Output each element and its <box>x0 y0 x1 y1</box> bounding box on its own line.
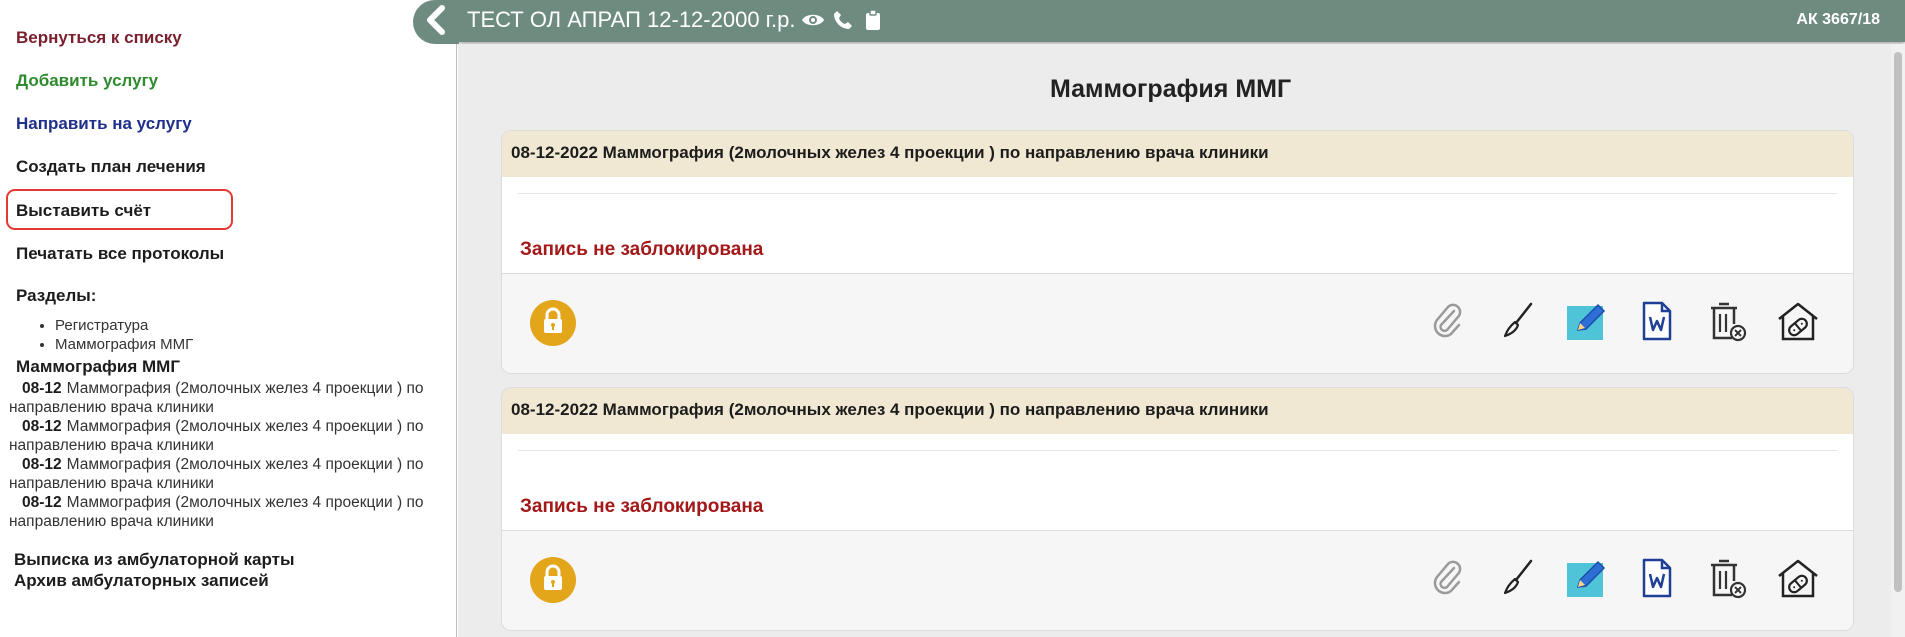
lock-status-text: Запись не заблокирована <box>520 239 764 260</box>
list-item[interactable]: 08-12 Маммография (2молочных желез 4 прое… <box>9 493 449 531</box>
create-treatment-plan-link[interactable]: Создать план лечения <box>16 157 206 177</box>
record-header: 08-12-2022 Маммография (2молочных желез … <box>502 388 1853 434</box>
list-item[interactable]: 08-12 Маммография (2молочных желез 4 прое… <box>9 379 449 417</box>
medical-house-icon <box>1776 557 1820 604</box>
sections-heading: Разделы: <box>16 286 97 305</box>
scrollbar[interactable] <box>1891 44 1905 637</box>
delete-button[interactable] <box>1705 557 1751 603</box>
paperclip-icon <box>1430 302 1464 345</box>
outpatient-extract-link[interactable]: Выписка из амбулаторной карты <box>14 550 295 570</box>
lock-icon <box>540 564 566 597</box>
entry-text: Маммография (2молочных желез 4 проекции … <box>9 380 424 416</box>
edit-button[interactable] <box>1564 557 1610 603</box>
medical-button[interactable] <box>1775 300 1821 346</box>
eye-icon[interactable] <box>801 8 825 32</box>
record-toolbar <box>502 530 1853 630</box>
word-doc-icon <box>1641 301 1673 346</box>
entry-date: 08-12 <box>22 418 62 435</box>
add-service-link[interactable]: Добавить услугу <box>16 71 158 91</box>
delete-button[interactable] <box>1705 300 1751 346</box>
refer-service-link[interactable]: Направить на услугу <box>16 114 192 134</box>
collapse-sidebar-button[interactable] <box>413 0 459 44</box>
lock-button[interactable] <box>530 300 576 346</box>
clipboard-icon[interactable] <box>861 8 885 32</box>
card-number: АК 3667/18 <box>1796 11 1880 28</box>
medical-house-icon <box>1776 300 1820 347</box>
section-subheading: Маммография ММГ <box>16 357 180 376</box>
entry-text: Маммография (2молочных желез 4 проекции … <box>9 494 424 530</box>
edit-icon <box>1566 557 1608 604</box>
delete-icon <box>1708 557 1748 604</box>
attach-button[interactable] <box>1424 557 1470 603</box>
patient-title: ТЕСТ ОЛ АПРАП 12-12-2000 г.р. <box>467 7 885 33</box>
record-header: 08-12-2022 Маммография (2молочных желез … <box>502 131 1853 177</box>
scrollbar-thumb[interactable] <box>1894 52 1902 592</box>
word-export-button[interactable] <box>1634 557 1680 603</box>
delete-icon <box>1708 300 1748 347</box>
entry-text: Маммография (2молочных желез 4 проекции … <box>9 418 424 454</box>
entry-date: 08-12 <box>22 456 62 473</box>
lock-status-text: Запись не заблокирована <box>520 496 764 517</box>
entries-list: 08-12 Маммография (2молочных желез 4 прое… <box>9 379 449 531</box>
entry-text: Маммография (2молочных желез 4 проекции … <box>9 456 424 492</box>
record-toolbar <box>502 273 1853 373</box>
sidebar: Вернуться к списку Добавить услугу Напра… <box>0 0 457 637</box>
section-item-registry[interactable]: Регистратура <box>55 316 193 335</box>
attach-button[interactable] <box>1424 300 1470 346</box>
word-doc-icon <box>1641 558 1673 603</box>
brush-icon <box>1499 558 1535 603</box>
lock-icon <box>540 307 566 340</box>
record-card: 08-12-2022 Маммография (2молочных желез … <box>501 130 1854 374</box>
outpatient-archive-link[interactable]: Архив амбулаторных записей <box>14 571 269 591</box>
entry-date: 08-12 <box>22 380 62 397</box>
draw-button[interactable] <box>1494 300 1540 346</box>
phone-icon[interactable] <box>831 8 855 32</box>
edit-icon <box>1566 300 1608 347</box>
issue-bill-link[interactable]: Выставить счёт <box>16 201 151 221</box>
record-card: 08-12-2022 Маммография (2молочных желез … <box>501 387 1854 631</box>
list-item[interactable]: 08-12 Маммография (2молочных желез 4 прое… <box>9 417 449 455</box>
brush-icon <box>1499 301 1535 346</box>
list-item[interactable]: 08-12 Маммография (2молочных желез 4 прое… <box>9 455 449 493</box>
sections-list: Регистратура Маммография ММГ <box>55 316 193 354</box>
draw-button[interactable] <box>1494 557 1540 603</box>
print-all-protocols-link[interactable]: Печатать все протоколы <box>16 244 224 264</box>
paperclip-icon <box>1430 559 1464 602</box>
word-export-button[interactable] <box>1634 300 1680 346</box>
edit-button[interactable] <box>1564 300 1610 346</box>
lock-button[interactable] <box>530 557 576 603</box>
page-title: Маммография ММГ <box>1050 75 1292 103</box>
section-item-mammography[interactable]: Маммография ММГ <box>55 335 193 354</box>
medical-button[interactable] <box>1775 557 1821 603</box>
entry-date: 08-12 <box>22 494 62 511</box>
back-to-list-link[interactable]: Вернуться к списку <box>16 28 182 48</box>
chevron-left-icon <box>423 4 449 40</box>
patient-name: ТЕСТ ОЛ АПРАП 12-12-2000 г.р. <box>467 7 796 32</box>
